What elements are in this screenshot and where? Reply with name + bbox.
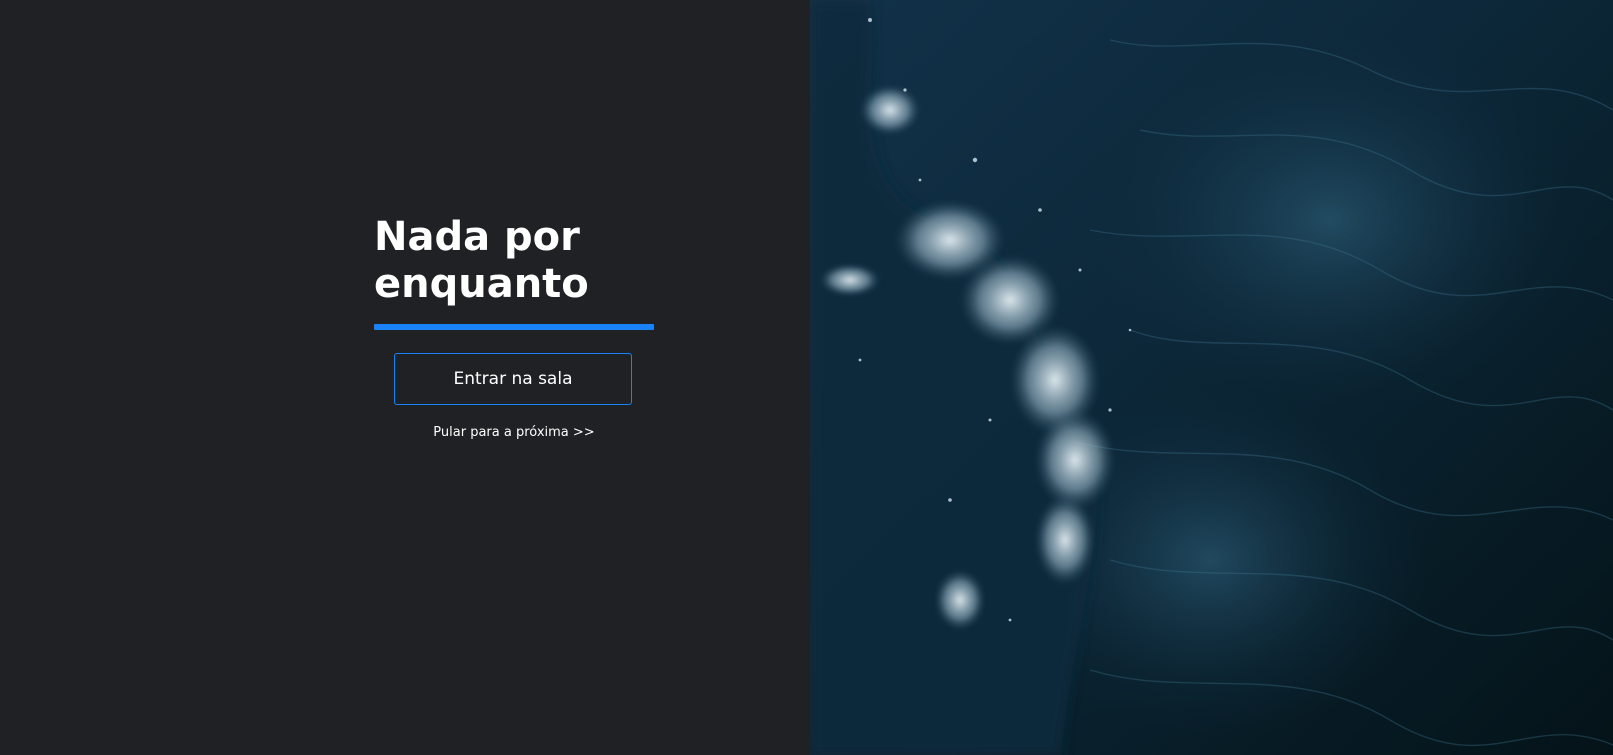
page-title: Nada por enquanto — [374, 214, 589, 307]
ocean-waves-graphic — [810, 0, 1613, 755]
left-panel: Nada por enquanto Entrar na sala Pular p… — [0, 0, 810, 755]
page: Nada por enquanto Entrar na sala Pular p… — [0, 0, 1613, 755]
skip-to-next-link[interactable]: Pular para a próxima >> — [374, 425, 654, 440]
title-underline-accent — [374, 324, 654, 330]
ocean-waves-image — [810, 0, 1613, 755]
enter-room-button[interactable]: Entrar na sala — [394, 353, 632, 405]
empty-state-content: Nada por enquanto Entrar na sala Pular p… — [374, 214, 654, 440]
